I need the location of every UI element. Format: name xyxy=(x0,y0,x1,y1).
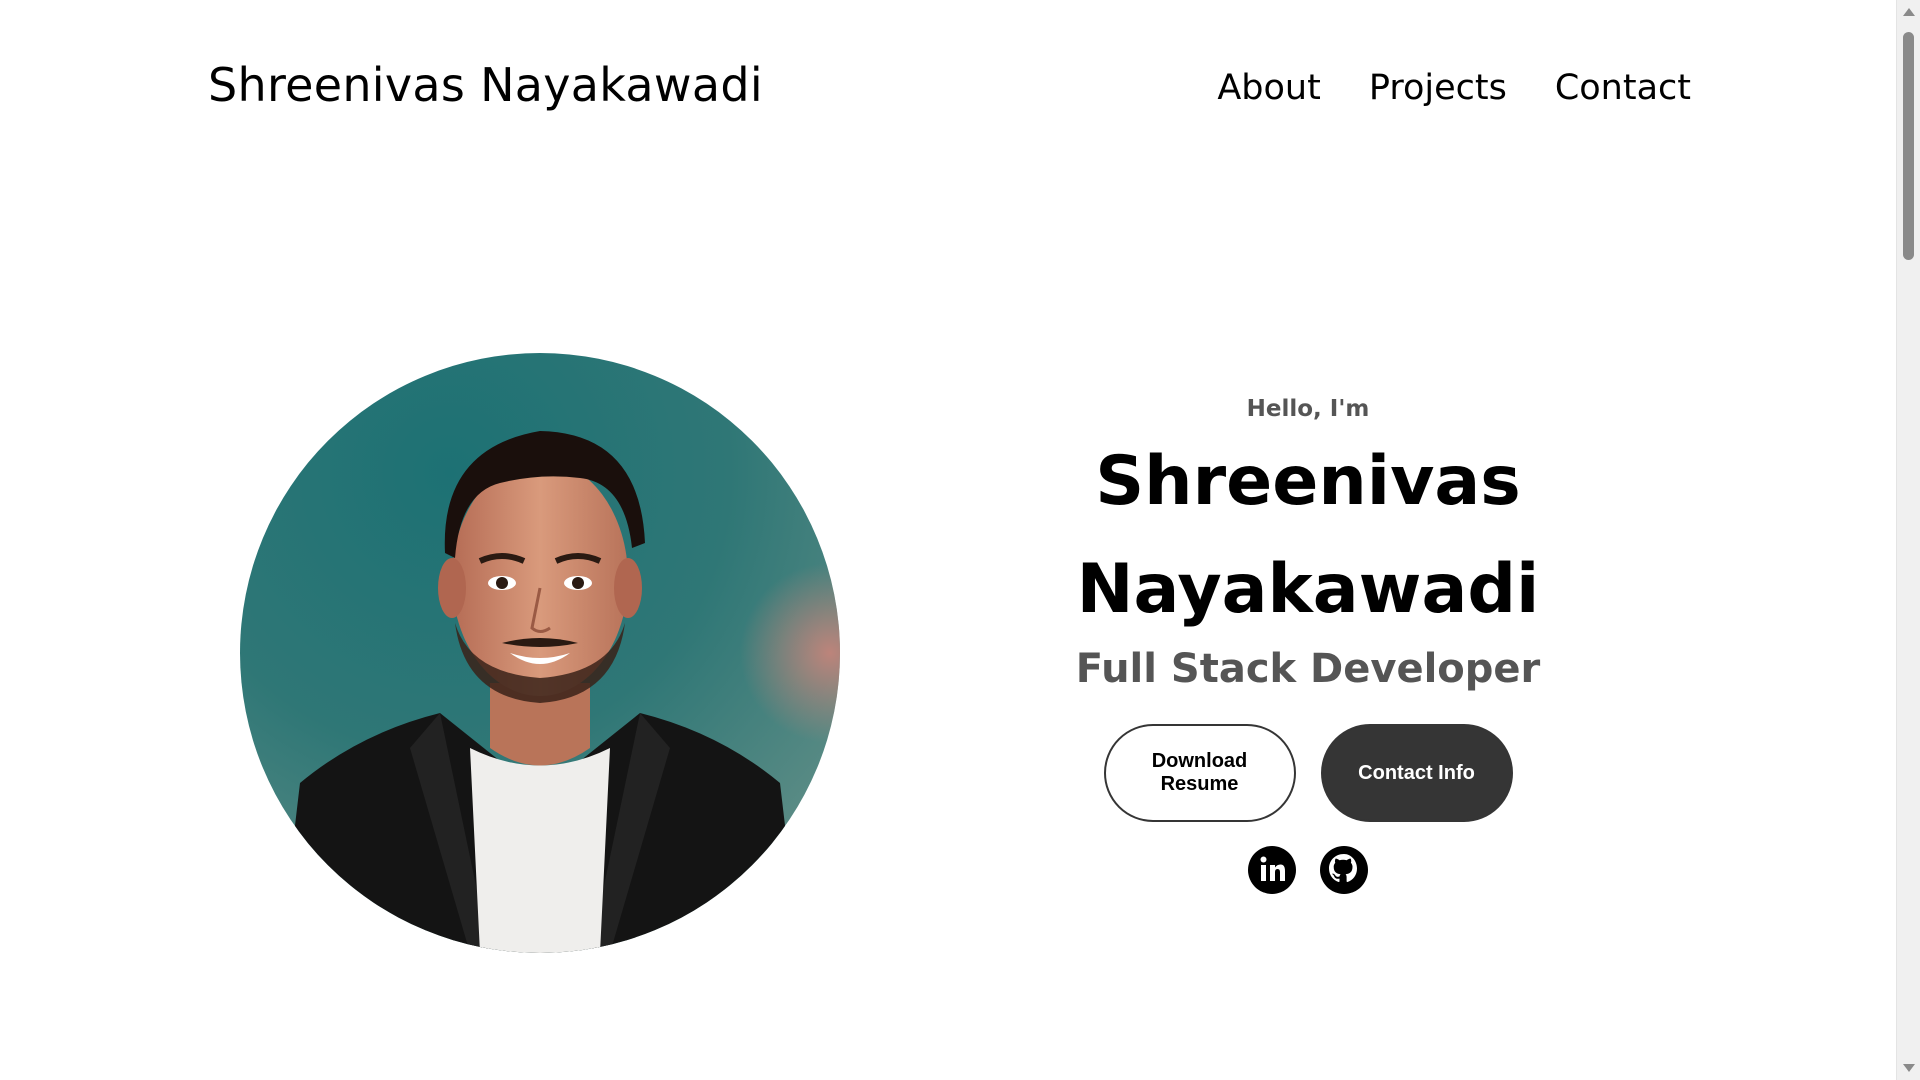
hero-buttons: Download Resume Contact Info xyxy=(1008,724,1608,822)
hero-name-last: Nayakawadi xyxy=(1076,550,1540,629)
hero-name: Shreenivas Nayakawadi xyxy=(1008,428,1608,644)
hero-section: Hello, I'm Shreenivas Nayakawadi Full St… xyxy=(1008,396,1608,895)
profile-picture xyxy=(240,353,840,953)
site-logo[interactable]: Shreenivas Nayakawadi xyxy=(208,58,763,112)
main-nav: About Projects Contact xyxy=(1217,68,1691,108)
linkedin-icon[interactable] xyxy=(1247,845,1297,895)
nav-link-about[interactable]: About xyxy=(1217,68,1320,108)
contact-info-button[interactable]: Contact Info xyxy=(1320,724,1513,822)
portfolio-page: Shreenivas Nayakawadi About Projects Con… xyxy=(0,0,1896,1080)
vertical-scrollbar[interactable] xyxy=(1896,0,1920,1080)
hero-name-first: Shreenivas xyxy=(1095,442,1521,521)
job-title: Full Stack Developer xyxy=(1075,646,1541,692)
github-icon[interactable] xyxy=(1319,845,1369,895)
scrollbar-thumb[interactable] xyxy=(1903,32,1914,260)
scroll-up-arrow-icon[interactable] xyxy=(1903,8,1915,16)
nav-link-projects[interactable]: Projects xyxy=(1369,68,1507,108)
scroll-down-arrow-icon[interactable] xyxy=(1903,1064,1915,1072)
social-links xyxy=(1008,845,1608,895)
download-resume-button[interactable]: Download Resume xyxy=(1103,724,1296,822)
nav-link-contact[interactable]: Contact xyxy=(1555,68,1691,108)
greeting-text: Hello, I'm xyxy=(1246,396,1370,422)
